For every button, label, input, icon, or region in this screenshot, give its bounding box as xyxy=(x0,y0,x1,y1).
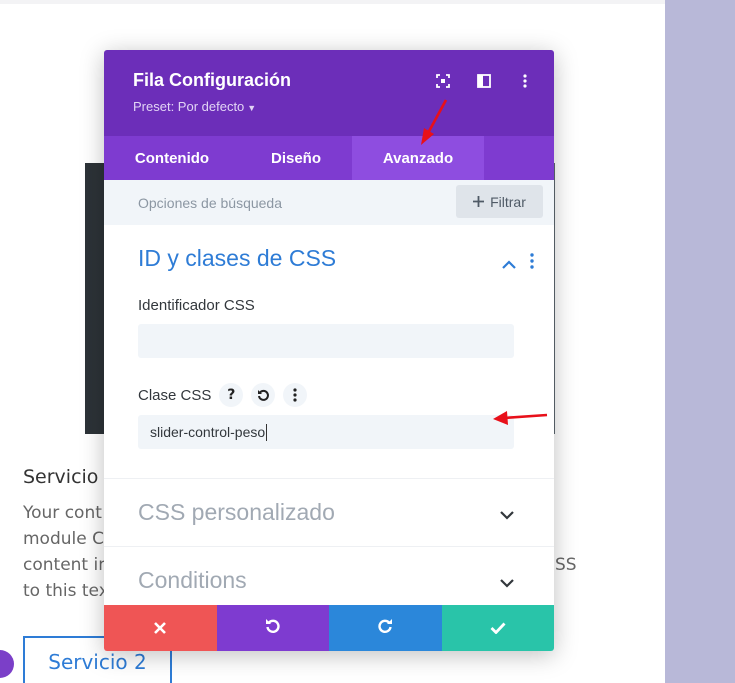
css-class-input[interactable]: slider-control-peso xyxy=(138,415,514,449)
page-top-border xyxy=(0,0,665,4)
check-icon xyxy=(490,619,506,638)
right-side-panel xyxy=(665,0,735,683)
help-icon[interactable]: ? xyxy=(219,383,244,407)
annotation-arrow-icon xyxy=(493,411,548,425)
bg-service-heading: Servicio 2 xyxy=(23,466,117,488)
close-icon xyxy=(154,619,167,638)
annotation-arrow-icon xyxy=(421,99,448,145)
modal-header: Fila Configuración Preset: Por defecto ▼ xyxy=(104,50,554,136)
css-id-label: Identificador CSS xyxy=(138,297,255,314)
css-id-input[interactable] xyxy=(138,324,514,358)
caret-down-icon: ▼ xyxy=(247,103,257,113)
filter-label: Filtrar xyxy=(490,193,526,210)
kebab-menu-icon[interactable] xyxy=(518,74,532,88)
undo-icon xyxy=(265,618,281,638)
cancel-button[interactable] xyxy=(104,605,217,651)
expand-icon[interactable] xyxy=(436,74,450,88)
css-class-label-row: Clase CSS ? xyxy=(138,383,520,407)
sidebar-toggle-icon[interactable] xyxy=(477,74,491,88)
section-controls xyxy=(502,253,534,273)
reset-icon[interactable] xyxy=(251,383,276,407)
bg-paragraph-tail: SS xyxy=(555,555,577,575)
save-button[interactable] xyxy=(441,605,554,651)
preset-label: Preset: Por defecto xyxy=(133,99,245,114)
kebab-menu-icon[interactable] xyxy=(283,383,308,407)
builder-add-icon[interactable] xyxy=(0,650,14,678)
options-search-bar[interactable]: Opciones de búsqueda Filtrar xyxy=(104,180,554,225)
section-custom-css[interactable]: CSS personalizado xyxy=(104,479,554,547)
tab-contenido[interactable]: Contenido xyxy=(104,136,240,180)
text-cursor xyxy=(266,423,268,441)
kebab-menu-icon[interactable] xyxy=(530,253,534,273)
preset-selector[interactable]: Preset: Por defecto ▼ xyxy=(133,99,525,114)
chevron-down-icon[interactable] xyxy=(500,505,514,524)
undo-button[interactable] xyxy=(216,605,329,651)
redo-icon xyxy=(377,618,393,638)
chevron-up-icon[interactable] xyxy=(502,254,516,273)
css-class-value: slider-control-peso xyxy=(150,424,266,440)
plus-icon xyxy=(473,194,485,210)
header-icons xyxy=(436,74,532,88)
row-settings-modal: Fila Configuración Preset: Por defecto ▼ … xyxy=(104,50,554,651)
settings-tabs: Contenido Diseño Avanzado xyxy=(104,136,554,180)
section-title[interactable]: ID y clases de CSS xyxy=(138,245,520,272)
redo-button[interactable] xyxy=(329,605,442,651)
tab-diseno[interactable]: Diseño xyxy=(240,136,352,180)
filter-button[interactable]: Filtrar xyxy=(456,185,543,218)
css-class-label: Clase CSS xyxy=(138,386,212,404)
modal-footer xyxy=(104,605,554,651)
section-title: CSS personalizado xyxy=(138,499,335,525)
section-title: Conditions xyxy=(138,567,247,593)
section-css-ids: ID y clases de CSS Identificador CSS Cla… xyxy=(104,225,554,479)
chevron-down-icon[interactable] xyxy=(500,573,514,592)
search-input[interactable]: Opciones de búsqueda xyxy=(138,195,282,211)
